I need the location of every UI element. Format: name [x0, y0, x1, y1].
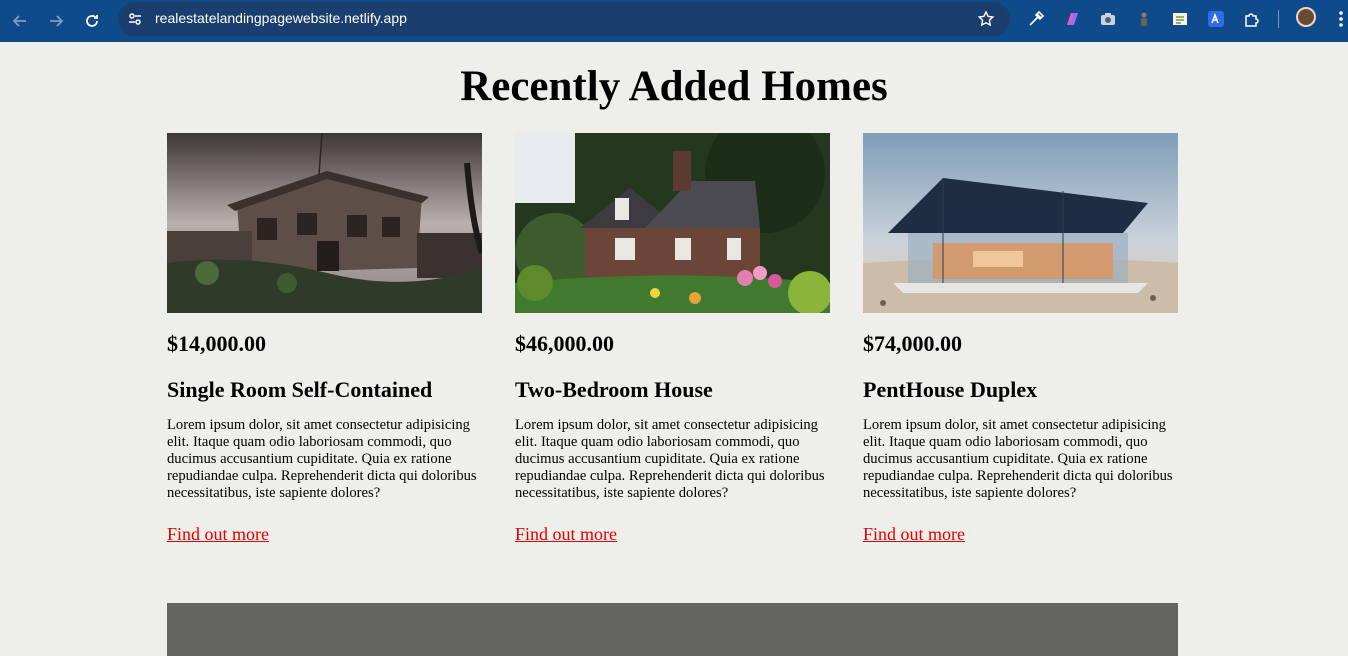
listing-name: PentHouse Duplex [863, 377, 1038, 402]
listing-description: Lorem ipsum dolor, sit amet consectetur … [167, 417, 477, 501]
find-out-more-link[interactable]: Find out more [167, 524, 269, 545]
browser-toolbar: realestatelandingpagewebsite.netlify.app [0, 0, 1348, 42]
camera-extension-icon[interactable] [1098, 9, 1118, 29]
find-out-more-link[interactable]: Find out more [863, 524, 965, 545]
listing-price: $46,000.00 [515, 331, 614, 356]
extensions-puzzle-icon[interactable] [1242, 9, 1262, 29]
url-text[interactable]: realestatelandingpagewebsite.netlify.app [155, 10, 407, 26]
toolbar-divider [1278, 10, 1279, 28]
profile-avatar[interactable] [1296, 7, 1316, 27]
listing-description: Lorem ipsum dolor, sit amet consectetur … [515, 417, 825, 501]
back-button[interactable] [8, 9, 32, 33]
arrow-right-icon [50, 15, 64, 27]
translate-extension-icon[interactable] [1206, 9, 1226, 29]
listing-card: $46,000.00 Two-Bedroom House Lorem ipsum… [515, 133, 830, 544]
reload-icon [86, 15, 98, 27]
next-section-band [167, 603, 1178, 656]
address-bar[interactable]: realestatelandingpagewebsite.netlify.app [118, 2, 1010, 36]
arrow-left-icon [12, 15, 26, 27]
forward-button[interactable] [44, 9, 68, 33]
listing-price: $14,000.00 [167, 331, 266, 356]
site-info-icon[interactable] [127, 11, 143, 27]
listing-image [863, 133, 1178, 313]
notes-extension-icon[interactable] [1170, 9, 1190, 29]
figure-extension-icon[interactable] [1134, 9, 1154, 29]
listing-price: $74,000.00 [863, 331, 962, 356]
eyedropper-extension-icon[interactable] [1026, 9, 1046, 29]
more-vertical-icon [1339, 11, 1343, 27]
listing-image [515, 133, 830, 313]
listing-card: $74,000.00 PentHouse Duplex Lorem ipsum … [863, 133, 1178, 544]
listing-description: Lorem ipsum dolor, sit amet consectetur … [863, 417, 1173, 501]
listing-name: Single Room Self-Contained [167, 377, 433, 402]
page-title: Recently Added Homes [460, 63, 888, 110]
listing-name: Two-Bedroom House [515, 377, 713, 402]
bookmark-star-icon[interactable] [977, 10, 995, 28]
listing-card: $14,000.00 Single Room Self-Contained Lo… [167, 133, 482, 544]
listing-image [167, 133, 482, 313]
find-out-more-link[interactable]: Find out more [515, 524, 617, 545]
reload-button[interactable] [80, 9, 104, 33]
gradient-extension-icon[interactable] [1062, 9, 1082, 29]
browser-menu-button[interactable] [1336, 9, 1346, 29]
